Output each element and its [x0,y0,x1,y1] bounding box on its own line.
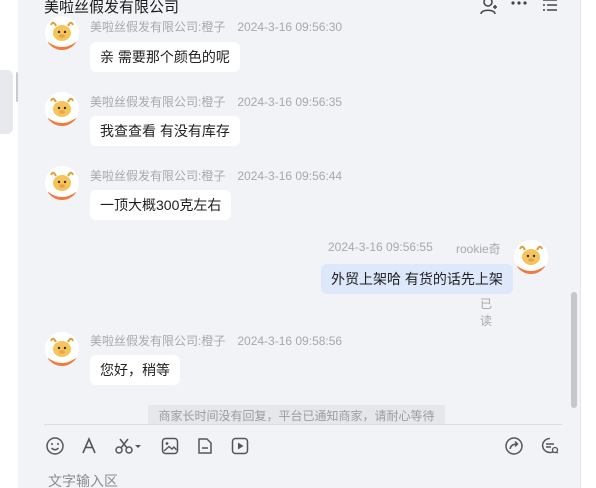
timestamp: 2024-3-16 09:56:44 [237,169,343,183]
sender-name: 美啦丝假发有限公司:橙子 [90,95,226,109]
chat-window: 美啦丝假发有限公司 美啦丝假发有限公司:橙子 2024-3-16 09:56:30… [18,0,580,488]
share-icon[interactable] [504,436,524,456]
message-bubble[interactable]: 我查查看 有没有库存 [90,116,240,146]
right-panel-edge [580,0,596,488]
sender-name: 美啦丝假发有限公司:橙子 [90,334,226,348]
left-panel-edge [0,0,19,488]
chat-title: 美啦丝假发有限公司 [44,0,180,16]
message-meta: 美啦丝假发有限公司:橙子 2024-3-16 09:58:56 [90,332,342,349]
message-meta: 美啦丝假发有限公司:橙子 2024-3-16 09:56:35 [90,93,342,110]
sender-name: rookie奇 [456,242,501,256]
message-meta: 2024-3-16 09:56:55 [328,240,433,254]
avatar[interactable] [45,92,79,126]
timestamp: 2024-3-16 09:56:55 [328,240,433,254]
timestamp: 2024-3-16 09:58:56 [237,334,343,348]
avatar[interactable] [45,166,79,200]
message-bubble[interactable]: 亲 需要那个颜色的呢 [90,42,240,72]
list-icon[interactable] [541,0,559,15]
left-panel-tab[interactable] [0,70,13,134]
sender-name: 美啦丝假发有限公司:橙子 [90,20,226,34]
chat-header: 美啦丝假发有限公司 [18,0,580,18]
font-icon[interactable] [79,436,99,456]
message-bubble[interactable]: 您好，稍等 [90,355,180,385]
panel-divider [580,0,581,488]
timestamp: 2024-3-16 09:56:30 [237,20,343,34]
image-icon[interactable] [160,436,180,456]
avatar[interactable] [45,16,79,50]
message-meta: 美啦丝假发有限公司:橙子 2024-3-16 09:56:30 [90,18,342,35]
read-status: 已读 [480,297,493,328]
input-divider [44,424,562,425]
emoji-icon[interactable] [45,436,65,456]
message-input[interactable]: 文字输入区 [48,471,118,488]
message-bubble[interactable]: 外贸上架哈 有货的话先上架 [321,264,513,294]
chat-scrollbar[interactable] [571,292,577,408]
scissors-icon[interactable] [114,436,142,456]
sender-name: 美啦丝假发有限公司:橙子 [90,169,226,183]
message-meta: 美啦丝假发有限公司:橙子 2024-3-16 09:56:44 [90,167,342,184]
avatar[interactable] [514,240,548,274]
settings-chat-icon[interactable] [540,436,560,456]
system-notice: 商家长时间没有回复，平台已通知商家，请耐心等待 [148,405,445,425]
video-icon[interactable] [230,436,250,456]
message-bubble[interactable]: 一顶大概300克左右 [90,190,232,220]
timestamp: 2024-3-16 09:56:35 [237,95,343,109]
file-icon[interactable] [195,436,215,456]
avatar[interactable] [45,332,79,366]
add-user-icon[interactable] [480,0,498,15]
more-icon[interactable] [510,0,528,15]
